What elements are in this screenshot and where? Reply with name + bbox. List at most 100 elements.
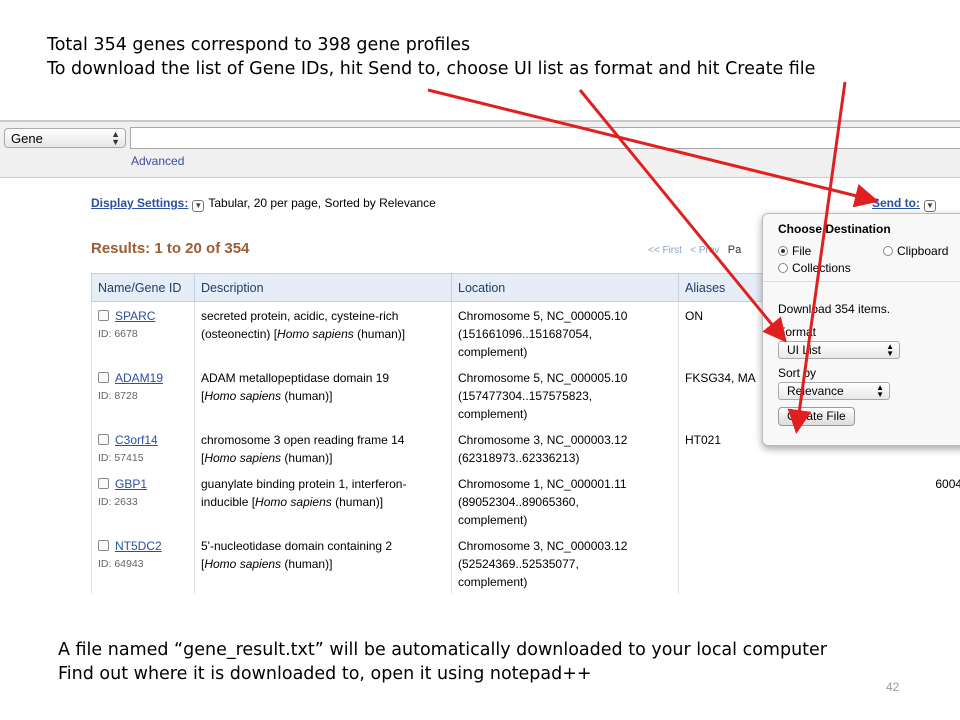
sort-label: Sort by [778,366,817,380]
table-header-row: Name/Gene ID Description Location Aliase… [91,273,791,302]
pager: << First < Prev Pa [648,244,741,256]
option-clipboard[interactable]: Clipboard [883,244,948,258]
sort-select[interactable]: Relevance ▲ ▼ [778,382,890,400]
location-line: (157477304..157575823, [458,389,593,403]
option-collections-label: Collections [792,261,851,275]
slide-number: 42 [886,680,900,694]
instructions-bottom: A file named “gene_result.txt” will be a… [58,638,827,686]
description-line-2: inducible [Homo sapiens (human)] [201,493,445,511]
table-row: C3orf14 ID: 57415 chromosome 3 open read… [91,426,791,470]
description-line: chromosome 3 open reading frame 14 [201,433,405,447]
display-settings-value: Tabular, 20 per page, Sorted by Relevanc… [208,196,436,210]
format-select[interactable]: UI List ▲ ▼ [778,341,900,359]
extra-value: 600411 [935,477,960,491]
table-row: SPARC ID: 6678 secreted protein, acidic,… [91,301,791,364]
description-text: (osteonectin) [ [201,327,278,341]
cell-name: SPARC ID: 6678 [91,301,195,364]
chevron-down-icon[interactable]: ▼ [192,200,205,212]
column-header-description[interactable]: Description [194,273,452,302]
cell-name: ADAM19 ID: 8728 [91,364,195,426]
cell-description: secreted protein, acidic, cysteine-rich … [194,301,452,364]
instruction-line-2: To download the list of Gene IDs, hit Se… [47,59,816,79]
location-line: complement) [458,407,528,421]
database-select-value: Gene [11,131,43,146]
display-settings-link[interactable]: Display Settings: [91,196,188,210]
chevron-down-icon[interactable]: ▼ [924,200,936,212]
send-to-link[interactable]: Send to: [872,196,920,210]
gene-name-link[interactable]: SPARC [115,309,155,323]
description-line: 5'-nucleotidase domain containing 2 [201,539,393,553]
column-header-location[interactable]: Location [451,273,679,302]
display-settings: Display Settings: ▼ Tabular, 20 per page, … [91,196,436,212]
send-to-panel: Choose Destination File Clipboard Collec… [762,213,960,446]
advanced-search-link[interactable]: Advanced [131,154,184,168]
radio-selected-icon[interactable] [778,246,788,256]
radio-icon[interactable] [778,263,788,273]
gene-id: ID: 2633 [98,496,138,508]
cell-location: Chromosome 3, NC_000003.12 (62318973..623… [451,426,679,470]
description-line-2: [Homo sapiens (human)] [201,387,445,405]
description-text: (human)] [281,389,333,403]
cell-description: 5'-nucleotidase domain containing 2 [Hom… [194,532,452,594]
description-line-2: [Homo sapiens (human)] [201,449,445,467]
species-name: Homo sapiens [255,495,332,509]
gene-name-link[interactable]: C3orf14 [115,433,158,447]
format-label: Format [778,325,817,339]
description-text: (human)] [281,451,333,465]
description-line-2: [Homo sapiens (human)] [201,555,445,573]
pager-first-link[interactable]: << First [648,245,682,256]
cell-name: C3orf14 ID: 57415 [91,426,195,470]
database-select[interactable]: Gene ▲ ▼ [4,128,126,148]
description-text: (human)] [281,557,333,571]
description-line-2: (osteonectin) [Homo sapiens (human)] [201,325,445,343]
gene-id: ID: 57415 [98,452,144,464]
table-row: ADAM19 ID: 8728 ADAM metallopeptidase do… [91,364,791,426]
gene-name-link[interactable]: NT5DC2 [115,539,162,553]
format-select-value: UI List [787,343,822,357]
create-file-button[interactable]: Create File [778,407,855,426]
pager-prev-link[interactable]: < Prev [690,245,719,256]
gene-name-link[interactable]: ADAM19 [115,371,163,385]
panel-title: Choose Destination [778,222,891,236]
cell-description: ADAM metallopeptidase domain 19 [Homo sa… [194,364,452,426]
table-row: NT5DC2 ID: 64943 5'-nucleotidase domain … [91,532,791,594]
row-checkbox[interactable] [98,434,109,445]
option-collections[interactable]: Collections [778,261,851,275]
description-line: guanylate binding protein 1, interferon- [201,477,407,491]
option-file[interactable]: File [778,244,811,258]
aliases-value: ON [685,309,703,323]
send-to: Send to: ▼ [872,196,940,212]
gene-name-link[interactable]: GBP1 [115,477,147,491]
location-line: (52524369..52535077, [458,557,579,571]
cell-name: GBP1 ID: 2633 [91,470,195,532]
divider [763,281,960,282]
table-row: GBP1 ID: 2633 guanylate binding protein … [91,470,960,532]
row-checkbox[interactable] [98,372,109,383]
radio-icon[interactable] [883,246,893,256]
gene-id: ID: 6678 [98,328,138,340]
location-line: (151661096..151687054, [458,327,593,341]
location-line: (62318973..62336213) [458,451,580,465]
cell-location: Chromosome 5, NC_000005.10 (151661096..15… [451,301,679,364]
species-name: Homo sapiens [277,327,354,341]
option-clipboard-label: Clipboard [897,244,949,258]
search-input[interactable] [130,127,960,149]
search-bar: Gene ▲ ▼ Advanced [0,120,960,178]
row-checkbox[interactable] [98,310,109,321]
instruction-line-1: Total 354 genes correspond to 398 gene p… [47,35,471,55]
results-heading: Results: 1 to 20 of 354 [91,240,250,257]
location-line: complement) [458,513,528,527]
location-line: Chromosome 5, NC_000005.10 [458,309,628,323]
description-line: secreted protein, acidic, cysteine-rich [201,309,399,323]
column-header-name[interactable]: Name/Gene ID [91,273,195,302]
aliases-value: FKSG34, MA [685,371,756,385]
location-line: (89052304..89065360, [458,495,579,509]
location-line: Chromosome 1, NC_000001.11 [458,477,627,491]
species-name: Homo sapiens [204,451,282,465]
gene-id: ID: 64943 [98,558,144,570]
row-checkbox[interactable] [98,478,109,489]
location-line: Chromosome 3, NC_000003.12 [458,433,628,447]
description-text: (human)] [353,327,406,341]
row-checkbox[interactable] [98,540,109,551]
ncbi-gene-screenshot: Gene ▲ ▼ Advanced Display Settings: ▼ Tabul… [0,120,960,596]
